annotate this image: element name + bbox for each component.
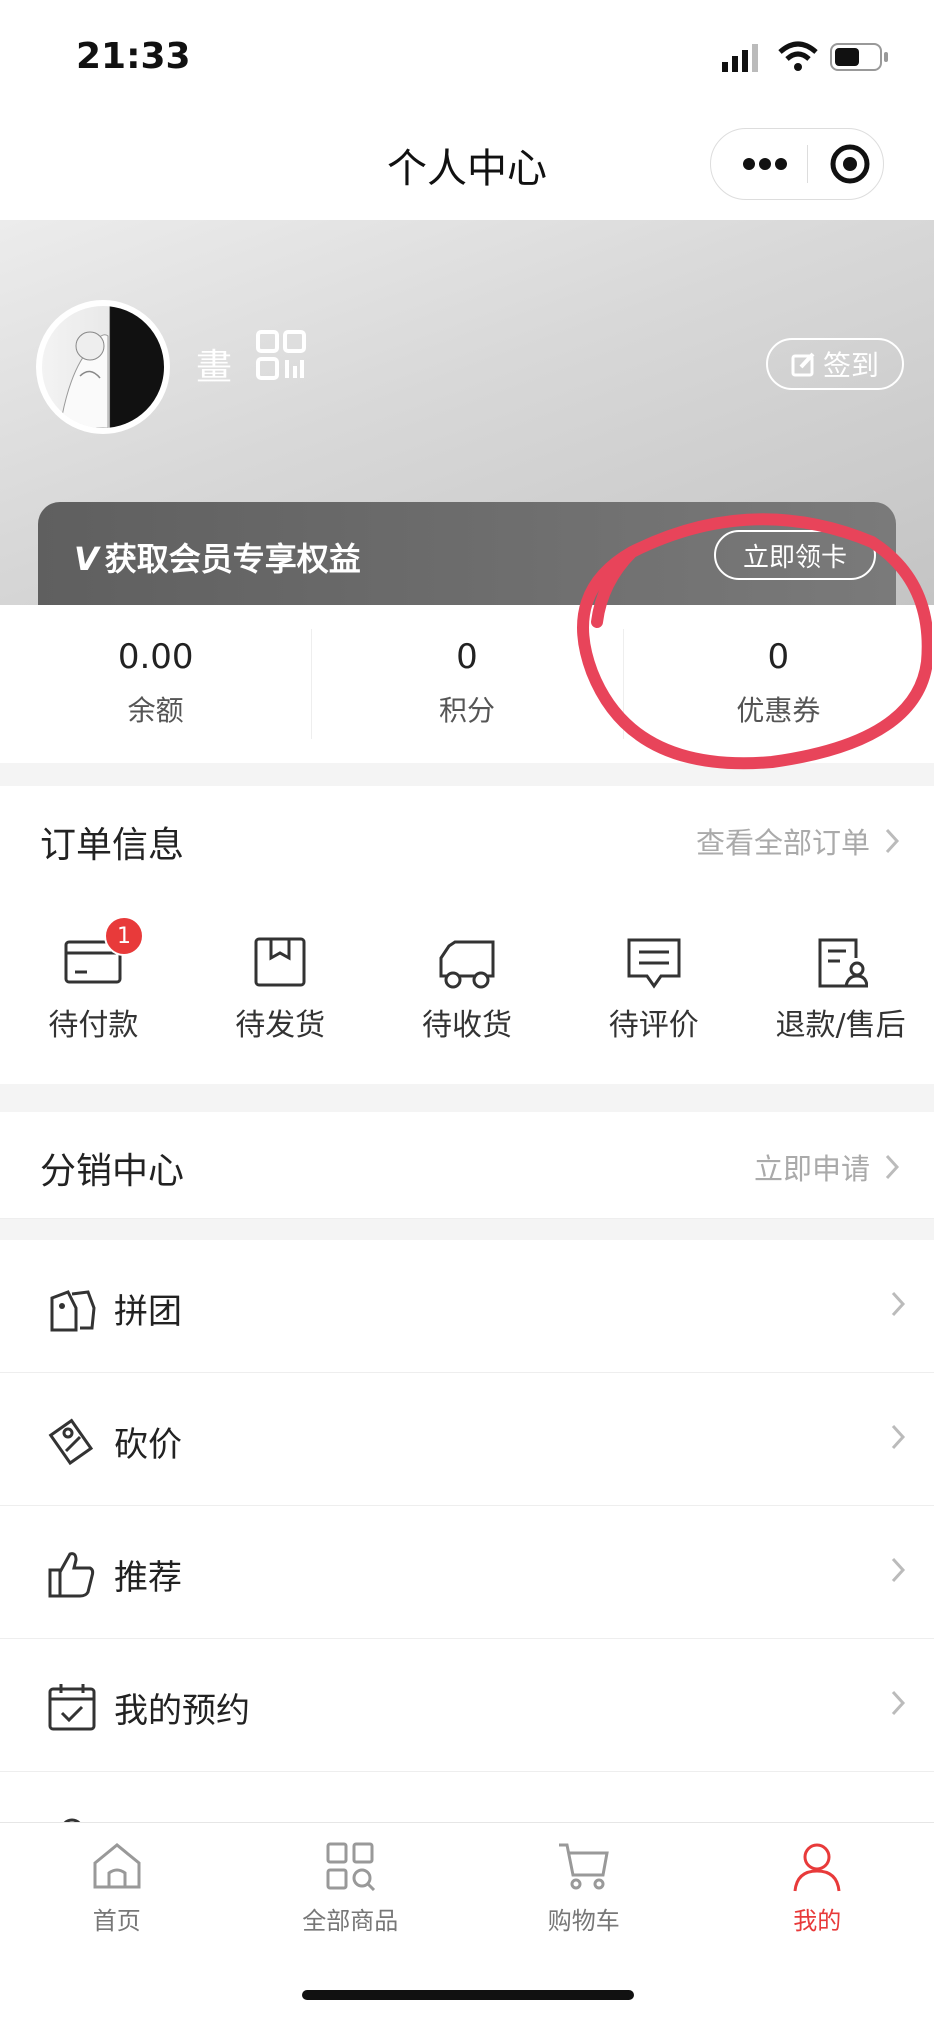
order-label: 待付款 xyxy=(0,1000,187,1044)
chevron-right-icon xyxy=(890,1689,906,1717)
chevron-right-icon xyxy=(890,1556,906,1584)
stat-value: 0.00 xyxy=(0,637,311,677)
edit-icon xyxy=(791,351,817,377)
capsule-divider xyxy=(807,145,808,183)
nav-bar: 个人中心 xyxy=(0,100,934,220)
menu-item-label: 我的预约 xyxy=(114,1683,250,1732)
distribution-title: 分销中心 xyxy=(40,1142,184,1194)
tab-home[interactable]: 首页 xyxy=(0,1823,234,2022)
chevron-right-icon xyxy=(890,1423,906,1451)
user-icon xyxy=(791,1841,843,1893)
order-label: 待发货 xyxy=(187,1000,374,1044)
order-label: 退款/售后 xyxy=(747,1000,934,1044)
tab-label: 我的 xyxy=(701,1901,934,1936)
menu-item-label: 推荐 xyxy=(114,1550,182,1599)
menu-list: 拼团 砍价 推荐 我的预约 xyxy=(0,1240,934,1904)
close-target-icon[interactable] xyxy=(829,143,871,185)
menu-item-label: 砍价 xyxy=(114,1417,182,1466)
home-icon xyxy=(91,1841,143,1891)
tab-mine[interactable]: 我的 xyxy=(701,1823,934,2022)
order-label: 待评价 xyxy=(560,1000,747,1044)
more-icon[interactable] xyxy=(741,154,789,174)
status-bar: 21:33 xyxy=(0,0,934,100)
cart-icon xyxy=(557,1841,611,1891)
apply-now-link[interactable]: 立即申请 xyxy=(754,1146,900,1188)
box-icon xyxy=(253,936,307,988)
orders-title: 订单信息 xyxy=(40,816,184,868)
menu-item-recommend[interactable]: 推荐 xyxy=(0,1506,934,1639)
qr-code-icon[interactable] xyxy=(256,330,306,380)
order-pending-payment[interactable]: 1 待付款 xyxy=(0,892,187,1084)
vip-mark: V xyxy=(74,540,99,578)
refund-icon xyxy=(814,936,868,990)
tab-label: 购物车 xyxy=(467,1901,701,1936)
chevron-right-icon xyxy=(884,827,900,855)
discount-tag-icon xyxy=(46,1415,98,1467)
order-pending-shipment[interactable]: 待发货 xyxy=(187,892,374,1084)
menu-item-bargain[interactable]: 砍价 xyxy=(0,1373,934,1506)
mini-program-capsule xyxy=(710,128,884,200)
order-refund[interactable]: 退款/售后 xyxy=(747,892,934,1084)
avatar-illustration xyxy=(42,306,164,428)
signal-icon xyxy=(722,44,762,72)
chevron-right-icon xyxy=(884,1153,900,1181)
calendar-check-icon xyxy=(46,1681,98,1733)
sign-in-label: 签到 xyxy=(823,344,879,384)
truck-icon xyxy=(435,936,499,990)
annotation-circle xyxy=(572,512,932,774)
home-indicator xyxy=(302,1990,634,2000)
grid-search-icon xyxy=(324,1841,376,1891)
thumbs-up-icon xyxy=(46,1548,98,1600)
member-banner-label: 获取会员专享权益 xyxy=(105,540,361,578)
order-pending-review[interactable]: 待评价 xyxy=(560,892,747,1084)
wifi-icon xyxy=(778,40,818,72)
group-tag-icon xyxy=(46,1282,98,1334)
sign-in-button[interactable]: 签到 xyxy=(766,338,904,390)
menu-item-label: 拼团 xyxy=(114,1284,182,1333)
view-all-orders-link[interactable]: 查看全部订单 xyxy=(696,820,900,862)
comment-icon xyxy=(625,936,683,990)
avatar[interactable] xyxy=(36,300,170,434)
chevron-right-icon xyxy=(890,1290,906,1318)
order-status-row: 1 待付款 待发货 待收货 待评价 xyxy=(0,892,934,1084)
stat-balance[interactable]: 0.00 余额 xyxy=(0,605,311,763)
stat-label: 余额 xyxy=(0,689,311,729)
battery-icon xyxy=(830,42,890,72)
menu-item-group-buy[interactable]: 拼团 xyxy=(0,1240,934,1373)
order-badge: 1 xyxy=(104,916,144,956)
view-all-orders-label: 查看全部订单 xyxy=(696,820,870,862)
apply-now-label: 立即申请 xyxy=(754,1146,870,1188)
menu-item-reservations[interactable]: 我的预约 xyxy=(0,1639,934,1772)
status-time: 21:33 xyxy=(76,36,191,77)
tab-label: 首页 xyxy=(0,1901,234,1936)
orders-header[interactable]: 订单信息 查看全部订单 xyxy=(0,786,934,893)
order-label: 待收货 xyxy=(374,1000,561,1044)
tab-label: 全部商品 xyxy=(234,1901,468,1936)
order-pending-receipt[interactable]: 待收货 xyxy=(374,892,561,1084)
member-banner-text: V获取会员专享权益 xyxy=(74,534,361,580)
distribution-row[interactable]: 分销中心 立即申请 xyxy=(0,1112,934,1219)
user-name: 畫 xyxy=(196,338,232,390)
